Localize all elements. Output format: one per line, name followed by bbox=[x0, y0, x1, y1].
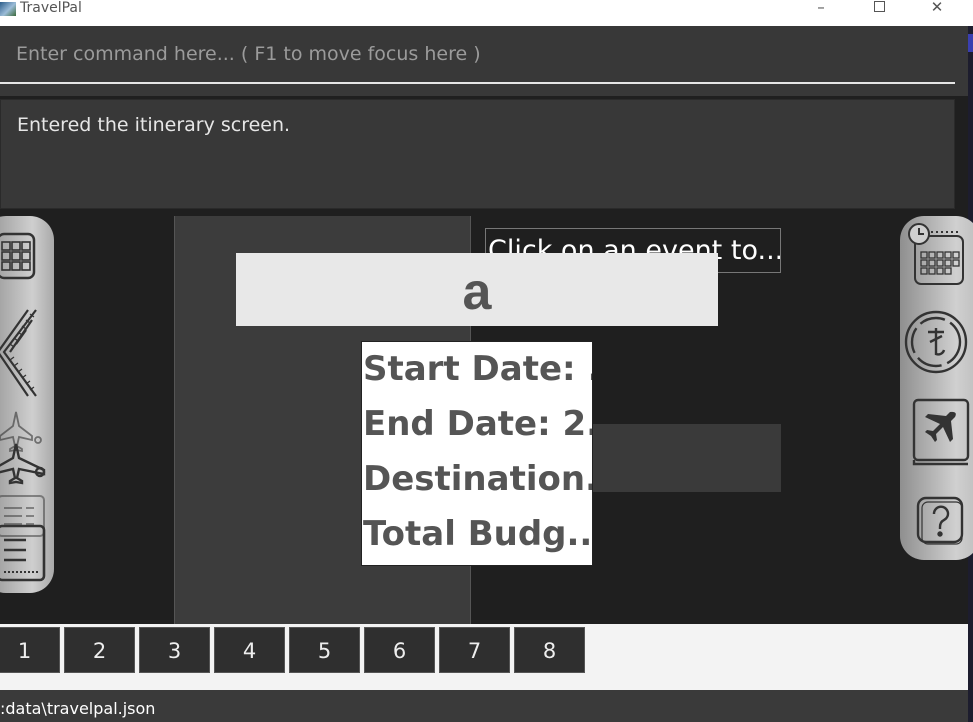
window-title: TravelPal bbox=[20, 0, 82, 16]
inventory-icon[interactable] bbox=[0, 494, 48, 582]
event-placeholder bbox=[590, 424, 781, 492]
itinerary-title: a bbox=[236, 253, 718, 326]
command-box bbox=[0, 26, 968, 96]
tab-day-3[interactable]: 3 bbox=[139, 627, 210, 673]
status-bar: :data\travelpal.json bbox=[0, 690, 968, 722]
end-date-label: End Date: 2... bbox=[363, 404, 592, 444]
title-bar: TravelPal – ✕ bbox=[0, 0, 973, 26]
itinerary-main: Click on an event to... a Start Date: ..… bbox=[0, 216, 973, 624]
close-button[interactable]: ✕ bbox=[922, 0, 952, 18]
day-tabs: 1 2 3 4 5 6 7 8 bbox=[0, 624, 968, 690]
save-location: :data\travelpal.json bbox=[0, 699, 156, 718]
total-budget-label: Total Budg... bbox=[363, 514, 592, 554]
runway-icon[interactable] bbox=[0, 308, 42, 400]
start-date-label: Start Date: ... bbox=[363, 349, 592, 389]
tab-day-4[interactable]: 4 bbox=[214, 627, 285, 673]
left-nav-bar bbox=[0, 216, 54, 593]
app-logo-icon bbox=[0, 2, 16, 16]
tab-day-5[interactable]: 5 bbox=[289, 627, 360, 673]
destination-label: Destination... bbox=[363, 459, 592, 499]
right-nav-bar bbox=[900, 216, 973, 560]
maximize-icon bbox=[873, 1, 885, 12]
tab-day-7[interactable]: 7 bbox=[439, 627, 510, 673]
schedule-icon[interactable] bbox=[905, 222, 967, 286]
app-window: TravelPal – ✕ Entered the itinerary scre… bbox=[0, 0, 973, 722]
tab-day-1[interactable]: 1 bbox=[0, 627, 60, 673]
result-message: Entered the itinerary screen. bbox=[17, 114, 291, 136]
help-icon[interactable] bbox=[914, 494, 966, 548]
background-window-accent bbox=[968, 34, 973, 52]
tab-day-6[interactable]: 6 bbox=[364, 627, 435, 673]
calendar-icon[interactable] bbox=[0, 230, 38, 282]
currency-icon[interactable] bbox=[904, 310, 968, 374]
tab-day-2[interactable]: 2 bbox=[64, 627, 135, 673]
minimize-button[interactable]: – bbox=[806, 0, 836, 18]
tab-day-8[interactable]: 8 bbox=[514, 627, 585, 673]
trip-details-card: Start Date: ... End Date: 2... Destinati… bbox=[361, 341, 593, 566]
command-input[interactable] bbox=[0, 26, 955, 84]
result-display: Entered the itinerary screen. bbox=[0, 99, 955, 209]
maximize-button[interactable] bbox=[864, 0, 894, 18]
booking-icon[interactable] bbox=[910, 398, 972, 468]
flight-icon[interactable] bbox=[0, 410, 54, 486]
